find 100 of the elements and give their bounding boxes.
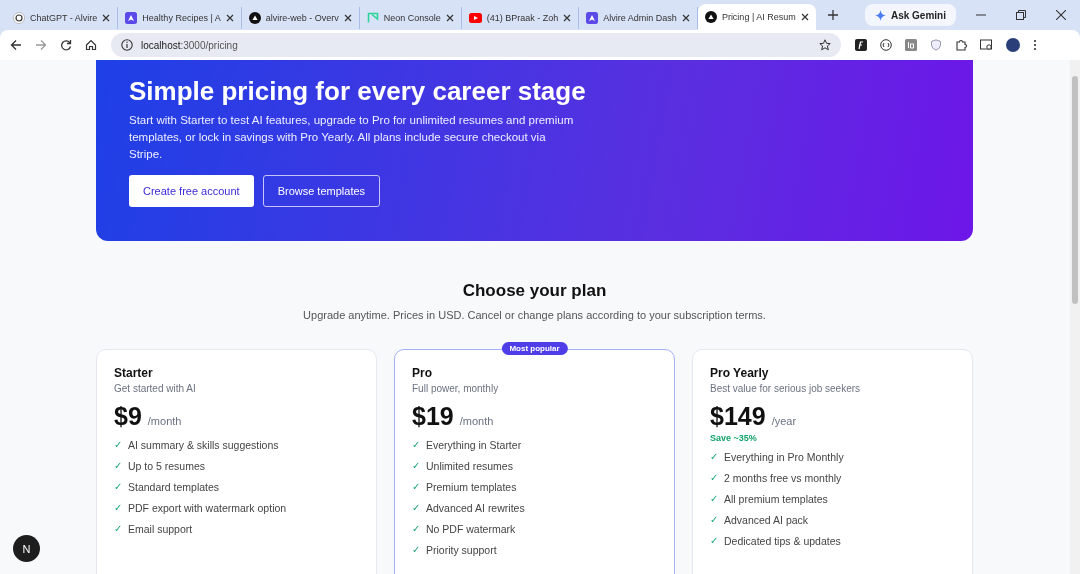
triangle-logo-icon <box>586 12 599 24</box>
savings-label: Save ~35% <box>710 433 758 443</box>
triangle-logo-icon <box>248 12 261 24</box>
plus-icon[interactable] <box>827 10 838 20</box>
hero-title: Simple pricing for every career stage <box>129 75 587 108</box>
tab-title: Alvire Admin Dash <box>603 13 677 23</box>
feature-text: 2 months free vs monthly <box>724 471 842 484</box>
plan-name: Pro <box>412 366 433 380</box>
browse-templates-button[interactable]: Browse templates <box>262 175 381 207</box>
restore-icon[interactable] <box>1016 10 1026 20</box>
star-icon[interactable] <box>819 39 831 51</box>
plan-name: Starter <box>114 366 154 380</box>
tab-title: alvire-web - Overv <box>265 13 339 23</box>
extension-f-icon[interactable] <box>855 39 867 51</box>
check-icon: ✓ <box>114 460 122 471</box>
more-icon[interactable] <box>1033 39 1037 51</box>
tab-title: Pricing | AI Resum <box>721 12 796 22</box>
address-bar[interactable]: localhost:3000/pricing <box>111 33 841 57</box>
hero-description: Start with Starter to test AI features, upgrade to Pro for unlimited resumes and premium templates, or lock in savings with Pro Yearly. All plans include secure checkout via Stripe. <box>129 113 575 162</box>
url-text: localhost:3000/pricing <box>141 39 238 51</box>
check-icon: ✓ <box>412 481 420 492</box>
close-icon[interactable] <box>102 14 111 22</box>
check-icon: ✓ <box>710 451 718 462</box>
feature-text: Priority support <box>426 543 497 556</box>
plan-name: Pro Yearly <box>710 366 770 380</box>
feature-text: AI summary & skills suggestions <box>128 438 279 451</box>
extension-circle-icon[interactable] <box>880 39 892 51</box>
check-icon: ✓ <box>710 472 718 483</box>
tab-title: Healthy Recipes | A <box>142 13 221 23</box>
feature-text: All premium templates <box>724 492 828 505</box>
scrollbar[interactable] <box>1070 60 1080 574</box>
create-account-button[interactable]: Create free account <box>129 175 254 207</box>
price-period: /month <box>459 415 494 427</box>
price-period: /month <box>147 415 182 427</box>
close-icon[interactable] <box>225 14 234 22</box>
plan-price: $9 <box>114 402 142 431</box>
check-icon: ✓ <box>710 514 718 525</box>
browser-tab[interactable]: Neon Console <box>359 7 462 29</box>
close-icon[interactable] <box>1056 10 1066 20</box>
extension-square-icon[interactable] <box>905 39 917 51</box>
shield-icon[interactable] <box>930 39 942 51</box>
info-icon <box>121 39 133 51</box>
ask-gemini-button[interactable]: Ask Gemini <box>864 4 956 26</box>
check-icon: ✓ <box>412 544 420 555</box>
scrollbar-thumb[interactable] <box>1072 76 1078 304</box>
browser-tab[interactable]: ChatGPT - Alvire <box>6 7 119 29</box>
feature-text: Everything in Starter <box>426 438 522 451</box>
close-icon[interactable] <box>563 14 572 22</box>
tab-title: (41) BPraak - Zoh <box>486 13 559 23</box>
sparkle-icon <box>874 9 886 21</box>
reload-icon[interactable] <box>60 39 72 51</box>
avatar-icon[interactable] <box>1006 38 1020 52</box>
check-icon: ✓ <box>710 493 718 504</box>
feature-text: PDF export with watermark option <box>128 501 287 514</box>
window-search-icon[interactable] <box>980 39 993 51</box>
feature-text: No PDF watermark <box>426 522 516 535</box>
plan-price: $19 <box>412 402 454 431</box>
section-subtitle: Upgrade anytime. Prices in USD. Cancel or change plans according to your subscription terms. <box>302 308 767 323</box>
plan-tagline: Best value for serious job seekers <box>710 383 862 394</box>
feature-text: Advanced AI pack <box>724 513 809 526</box>
plan-badge: Most popular <box>501 342 568 355</box>
feature-text: Standard templates <box>128 480 220 493</box>
neon-logo-icon <box>366 12 379 24</box>
check-icon: ✓ <box>114 439 122 450</box>
browser-tab[interactable]: Alvire Admin Dash <box>579 7 698 29</box>
feature-text: Premium templates <box>426 480 517 493</box>
play-icon <box>468 13 482 23</box>
plan-price: $149 <box>710 402 766 431</box>
knot-icon <box>13 12 25 24</box>
browser-tab[interactable]: alvire-web - Overv <box>241 7 360 29</box>
check-icon: ✓ <box>412 460 420 471</box>
close-icon[interactable] <box>800 13 809 21</box>
check-icon: ✓ <box>412 523 420 534</box>
feature-text: Dedicated tips & updates <box>724 534 841 547</box>
triangle-logo-icon <box>125 12 138 24</box>
check-icon: ✓ <box>412 502 420 513</box>
feature-text: Advanced AI rewrites <box>426 501 525 514</box>
tab-title: Neon Console <box>383 13 441 23</box>
dev-tools-button[interactable]: N <box>13 535 40 562</box>
browser-tab[interactable]: Healthy Recipes | A <box>118 7 242 29</box>
feature-text: Everything in Pro Monthly <box>724 450 844 463</box>
check-icon: ✓ <box>114 481 122 492</box>
feature-text: Up to 5 resumes <box>128 459 206 472</box>
triangle-logo-icon <box>704 11 717 23</box>
plan-tagline: Full power, monthly <box>412 383 500 394</box>
tab-title: ChatGPT - Alvire <box>30 13 98 23</box>
price-period: /year <box>771 415 797 427</box>
close-icon[interactable] <box>681 14 690 22</box>
back-arrow-icon[interactable] <box>10 39 22 51</box>
close-icon[interactable] <box>445 14 454 22</box>
section-title: Choose your plan <box>461 280 608 302</box>
browser-tab[interactable]: (41) BPraak - Zoh <box>461 7 580 29</box>
feature-text: Email support <box>128 522 193 535</box>
browser-tab[interactable]: Pricing | AI Resum <box>697 4 816 30</box>
home-icon[interactable] <box>85 39 97 51</box>
close-icon[interactable] <box>343 14 352 22</box>
check-icon: ✓ <box>710 535 718 546</box>
check-icon: ✓ <box>114 523 122 534</box>
puzzle-icon[interactable] <box>955 39 967 51</box>
feature-text: Unlimited resumes <box>426 459 513 472</box>
